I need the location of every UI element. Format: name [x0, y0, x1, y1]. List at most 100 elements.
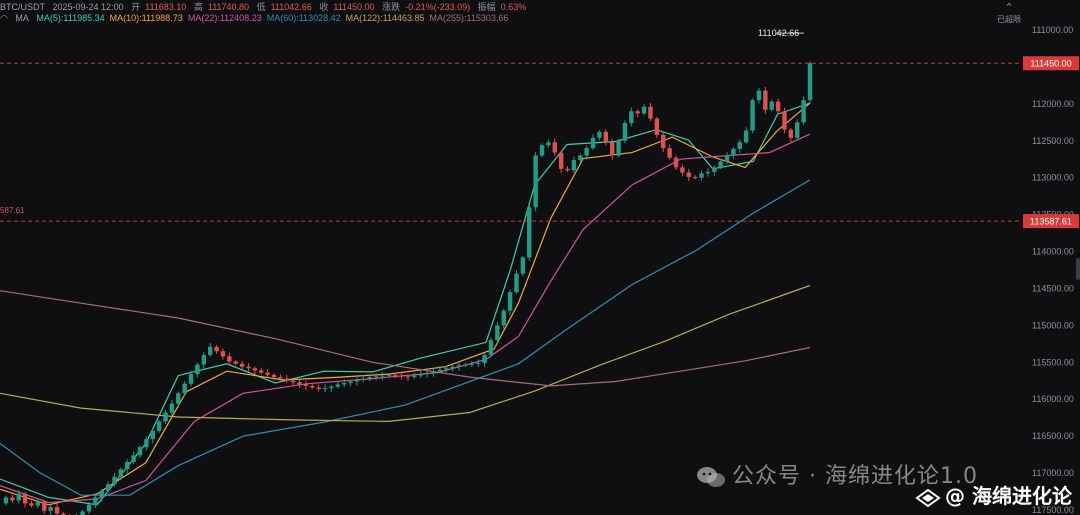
candle-body	[635, 111, 640, 114]
candle-body	[469, 363, 475, 365]
candle-body	[801, 100, 806, 123]
candle-body	[322, 388, 328, 390]
y-tick-label: 115000.00	[1032, 320, 1074, 330]
candle-body	[112, 476, 117, 485]
candle-body	[239, 363, 245, 367]
candle-body	[718, 161, 723, 168]
candle-body	[297, 382, 302, 385]
candle-body	[201, 354, 207, 365]
candle-body	[699, 173, 704, 178]
candle-body	[514, 273, 519, 293]
candle-body	[495, 325, 500, 341]
candle-body	[578, 155, 583, 160]
candle-body	[246, 366, 251, 369]
ma-line	[0, 102, 811, 506]
diamond-icon	[915, 488, 941, 507]
candle-body	[3, 497, 9, 504]
brand-text: @ 海绵进化论	[945, 484, 1072, 508]
candle-body	[335, 384, 341, 387]
price-tag-label: 113587.61	[1030, 217, 1072, 227]
ma-line	[0, 179, 811, 496]
candle-body	[48, 507, 53, 511]
candle-body	[80, 511, 85, 515]
candle-body	[105, 484, 111, 491]
candle-body	[373, 376, 379, 378]
candle-body	[444, 368, 449, 370]
candle-body	[705, 171, 711, 174]
candle-body	[163, 412, 168, 422]
candle-body	[150, 430, 155, 440]
candle-body	[597, 131, 602, 138]
candle-body	[380, 375, 385, 377]
candle-body	[437, 369, 443, 372]
y-tick-label: 117000.00	[1032, 468, 1074, 478]
candle-body	[137, 447, 143, 456]
candle-body	[584, 148, 589, 156]
price-line-left-label: 587.61	[0, 206, 25, 215]
candle-body	[424, 372, 430, 375]
candle-body	[667, 148, 672, 158]
candle-body	[214, 346, 219, 352]
candle-body	[731, 148, 736, 156]
y-tick-label: 111000.00	[1032, 25, 1073, 35]
candle-body	[712, 167, 717, 172]
ma-line	[0, 102, 811, 506]
candle-body	[310, 385, 315, 388]
y-tick-label: 116000.00	[1032, 394, 1074, 404]
candle-body	[641, 106, 647, 114]
candle-body	[456, 365, 462, 367]
axis-scroll-handle[interactable]	[1076, 258, 1080, 280]
candle-body	[29, 503, 34, 506]
candle-body	[648, 106, 653, 119]
candle-body	[482, 354, 487, 364]
candle-body	[737, 142, 743, 149]
candle-body	[42, 501, 47, 511]
candle-body	[616, 140, 621, 156]
candle-body	[233, 361, 238, 364]
candle-body	[488, 340, 494, 355]
candle-body	[227, 356, 232, 362]
candle-body	[118, 469, 124, 477]
candle-body	[603, 131, 609, 143]
candle-body	[756, 90, 762, 101]
wechat-icon	[697, 467, 725, 487]
candle-body	[22, 493, 28, 504]
candle-body	[622, 123, 628, 141]
candle-body	[144, 439, 149, 448]
candle-body	[354, 380, 360, 382]
candle-body	[348, 381, 353, 383]
candle-body	[252, 368, 258, 371]
candle-body	[284, 378, 289, 381]
candle-body	[393, 374, 398, 376]
y-tick-label: 115500.00	[1032, 357, 1074, 367]
candle-body	[463, 364, 468, 366]
candle-body	[207, 346, 213, 355]
candle-body	[182, 383, 187, 394]
candle-body	[99, 490, 104, 498]
candle-body	[405, 376, 411, 378]
candle-body	[259, 370, 264, 373]
candlestick-chart[interactable]: 111000.00111500.00112000.00112500.001130…	[0, 0, 1080, 515]
candle-body	[188, 374, 194, 384]
candle-body	[399, 375, 404, 377]
candle-body	[431, 371, 436, 373]
candle-body	[769, 101, 774, 110]
candle-body	[156, 421, 162, 431]
candle-body	[176, 393, 181, 404]
candle-body	[661, 134, 666, 149]
y-tick-label: 112000.00	[1032, 99, 1074, 109]
y-tick-label: 112500.00	[1032, 136, 1074, 146]
candle-body	[788, 129, 794, 138]
ma-line	[0, 133, 811, 504]
chart-stage[interactable]: BTC/USDT 2025-09-24 12:00 开 111683.10 高 11…	[0, 0, 1080, 515]
candle-body	[265, 372, 270, 375]
candle-body	[609, 142, 615, 156]
candle-body	[552, 142, 557, 153]
candle-body	[763, 90, 768, 110]
candle-body	[278, 377, 283, 379]
candle-body	[629, 111, 634, 124]
candle-body	[571, 159, 577, 171]
candle-body	[195, 364, 200, 375]
candle-body	[35, 501, 41, 506]
candle-body	[290, 380, 296, 383]
